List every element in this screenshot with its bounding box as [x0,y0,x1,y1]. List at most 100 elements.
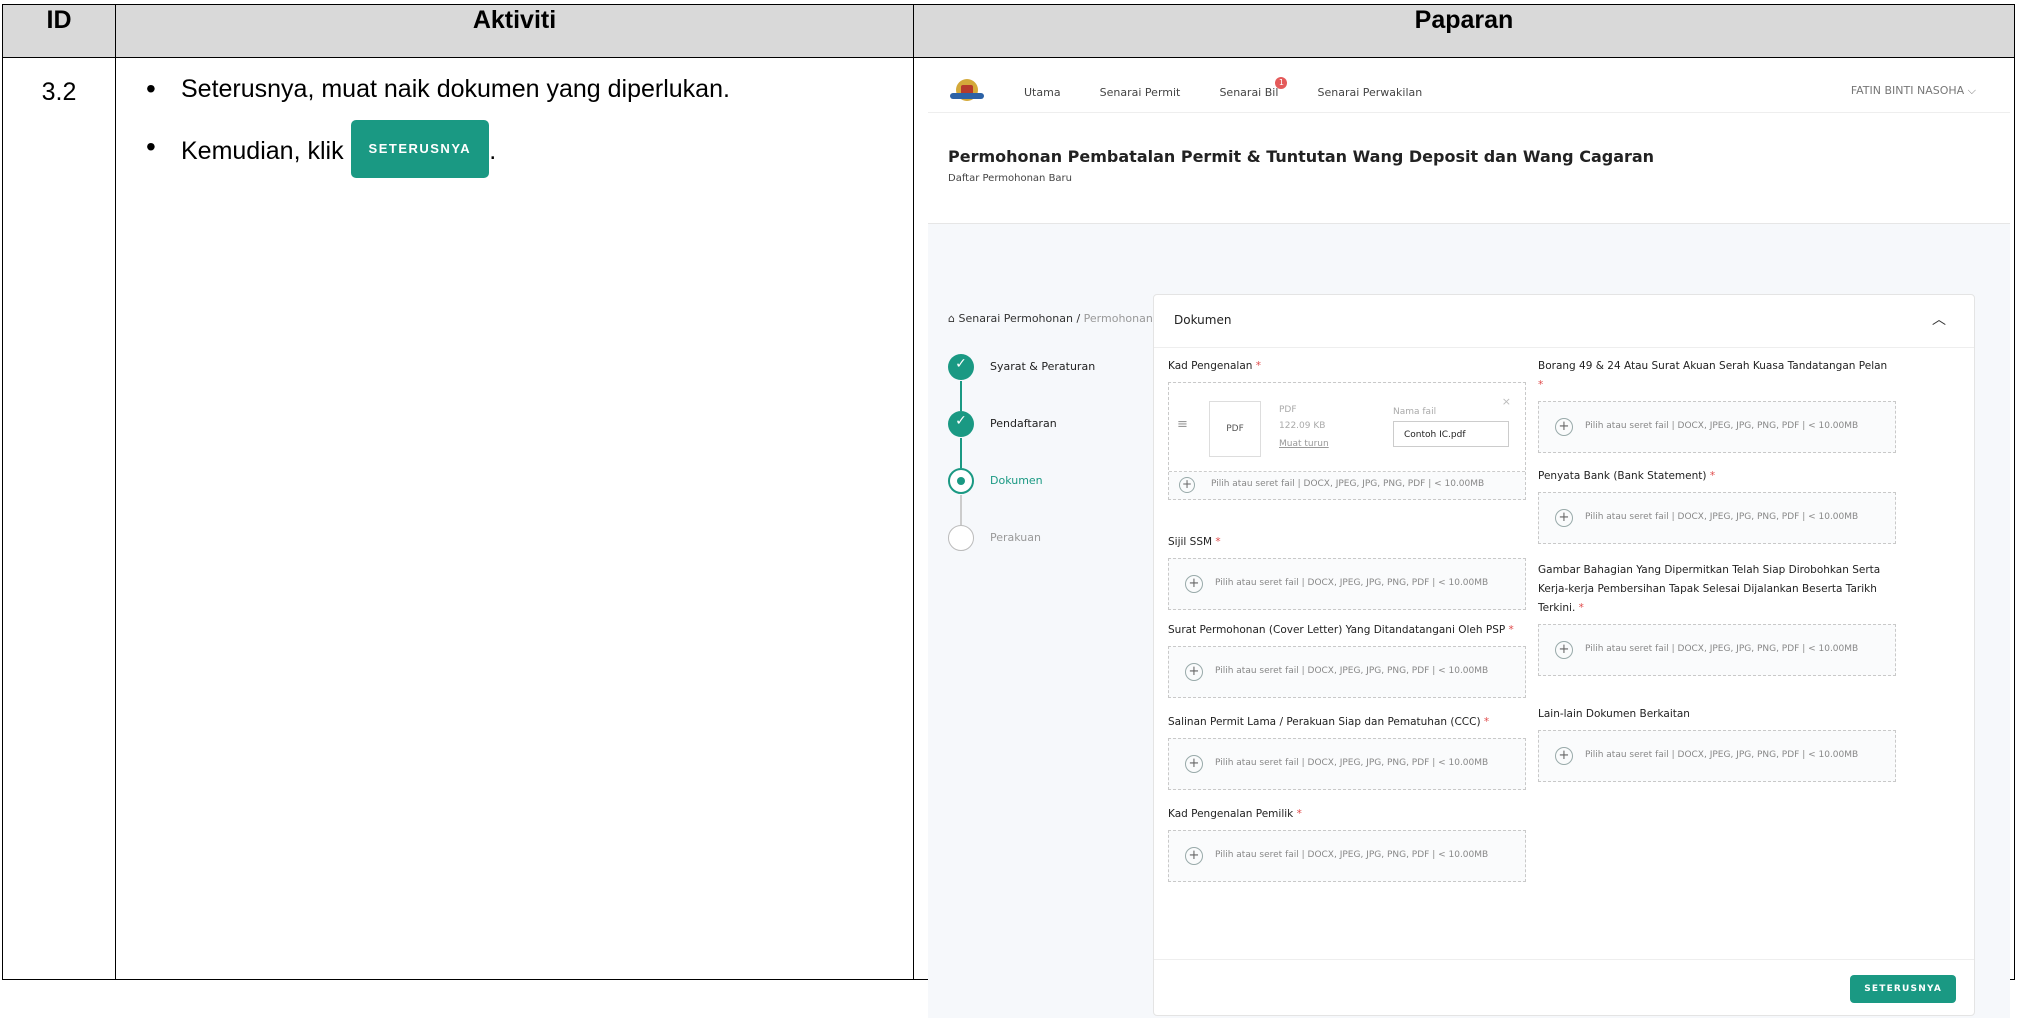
file-name-input[interactable]: Contoh IC.pdf [1393,421,1509,447]
content-area: ⌂ Senarai Permohonan / Permohonan Baru S… [928,224,2010,1018]
plus-icon: + [1555,509,1573,527]
file-dropzone[interactable]: + Pilih atau seret fail | DOCX, JPEG, JPG… [1538,401,1896,453]
table-row: 3.2 Seterusnya, muat naik dokumen yang d… [2,57,2015,1018]
header-display: Paparan [913,4,2015,58]
required-mark: * [1215,536,1221,548]
card-header[interactable]: Dokumen ︿ [1154,295,1974,348]
field-label: Salinan Permit Lama / Perakuan Siap dan … [1168,713,1526,732]
dropzone-hint: Pilih atau seret fail | DOCX, JPEG, JPG,… [1215,578,1489,588]
field-label: Lain-lain Dokumen Berkaitan [1538,705,1896,724]
procedure-table: ID Aktiviti Paparan 3.2 Seterusnya, muat… [2,4,2015,1018]
required-mark: * [1578,602,1584,614]
plus-icon: + [1179,477,1195,493]
field-borang-49: Borang 49 & 24 Atau Surat Akuan Serah Ku… [1538,357,1896,453]
field-label: Borang 49 & 24 Atau Surat Akuan Serah Ku… [1538,357,1896,395]
field-label-text: Borang 49 & 24 Atau Surat Akuan Serah Ku… [1538,360,1888,372]
chevron-up-icon[interactable]: ︿ [1932,309,1946,329]
dropzone-hint: Pilih atau seret fail | DOCX, JPEG, JPG,… [1585,421,1859,431]
active-dot-icon [948,468,974,494]
file-dropzone[interactable]: + Pilih atau seret fail | DOCX, JPEG, JPG… [1168,646,1526,698]
top-navbar: Utama Senarai Permit Senarai Bil 1 Senara… [928,68,2010,112]
required-mark: * [1255,360,1262,372]
dropzone-hint: Pilih atau seret fail | DOCX, JPEG, JPG,… [1215,850,1489,860]
breadcrumb-first[interactable]: Senarai Permohonan [958,312,1072,325]
breadcrumb: ⌂ Senarai Permohonan / Permohonan Baru [948,312,1182,325]
page-title: Permohonan Pembatalan Permit & Tuntutan … [948,147,1655,166]
activity-step-2: Kemudian, klik SETERUSNYA. [146,120,913,178]
plus-icon: + [1185,575,1203,593]
dokumen-card: Dokumen ︿ Kad Pengenalan * ≡ PDF PDF 122… [1153,294,1975,1016]
nav-senarai-permit[interactable]: Senarai Permit [1100,86,1181,99]
file-thumbnail: PDF [1209,401,1261,457]
field-label-text: Surat Permohonan (Cover Letter) Yang Dit… [1168,624,1506,636]
dropzone-hint: Pilih atau seret fail | DOCX, JPEG, JPG,… [1585,644,1859,654]
file-dropzone[interactable]: + Pilih atau seret fail | DOCX, JPEG, JPG… [1168,558,1526,610]
file-size: 122.09 KB [1279,421,1326,431]
uploaded-file: ≡ PDF PDF 122.09 KB Muat turun Nama fail… [1169,383,1525,472]
add-more-dropzone[interactable]: + Pilih atau seret fail | DOCX, JPEG, JP… [1169,471,1525,499]
file-dropzone[interactable]: + Pilih atau seret fail | DOCX, JPEG, JPG… [1168,738,1526,790]
file-dropzone[interactable]: + Pilih atau seret fail | DOCX, JPEG, JPG… [1538,624,1896,676]
plus-icon: + [1185,755,1203,773]
nav-utama[interactable]: Utama [1024,86,1061,99]
field-label-text: Kad Pengenalan [1168,360,1253,372]
activity-step-1-text: Seterusnya, muat naik dokumen yang diper… [181,75,730,103]
nav-senarai-perwakilan[interactable]: Senarai Perwakilan [1317,86,1422,99]
plus-icon: + [1185,663,1203,681]
seterusnya-button[interactable]: SETERUSNYA [1850,975,1956,1003]
field-label: Surat Permohonan (Cover Letter) Yang Dit… [1168,621,1526,640]
field-label-text: Kad Pengenalan Pemilik [1168,808,1294,820]
field-label: Kad Pengenalan Pemilik * [1168,805,1526,824]
row-id: 3.2 [2,57,116,980]
step-label: Perakuan [990,531,1041,544]
file-type: PDF [1279,405,1297,415]
remove-file-icon[interactable]: × [1502,395,1511,408]
field-penyata-bank: Penyata Bank (Bank Statement) * + Pilih a… [1538,467,1896,544]
file-dropzone[interactable]: + Pilih atau seret fail | DOCX, JPEG, JPG… [1168,830,1526,882]
activity-step-2-suffix: . [489,137,497,165]
field-label: Kad Pengenalan * [1168,357,1526,376]
activity-list: Seterusnya, muat naik dokumen yang diper… [116,72,913,178]
file-dropzone[interactable]: + Pilih atau seret fail | DOCX, JPEG, JPG… [1538,492,1896,544]
crest-logo-icon[interactable] [950,75,984,105]
activity-step-1: Seterusnya, muat naik dokumen yang diper… [146,72,913,116]
inline-seterusnya-button: SETERUSNYA [350,120,490,178]
page-header: Permohonan Pembatalan Permit & Tuntutan … [928,112,2010,224]
field-label-text: Penyata Bank (Bank Statement) [1538,470,1707,482]
display-cell: Utama Senarai Permit Senarai Bil 1 Senara… [913,57,2015,1018]
step-label: Dokumen [990,474,1043,487]
plus-icon: + [1185,847,1203,865]
plus-icon: + [1555,641,1573,659]
step-label: Pendaftaran [990,417,1057,430]
step-connector [960,381,962,411]
file-dropzone[interactable]: + Pilih atau seret fail | DOCX, JPEG, JPG… [1538,730,1896,782]
field-gambar-bahagian: Gambar Bahagian Yang Dipermitkan Telah S… [1538,561,1896,676]
dropzone-hint: Pilih atau seret fail | DOCX, JPEG, JPG,… [1585,750,1859,760]
required-mark: * [1296,808,1302,820]
field-label: Penyata Bank (Bank Statement) * [1538,467,1896,486]
dropzone-hint: Pilih atau seret fail | DOCX, JPEG, JPG,… [1215,666,1489,676]
field-label-text: Salinan Permit Lama / Perakuan Siap dan … [1168,716,1481,728]
required-mark: * [1709,470,1716,482]
field-lain-lain: Lain-lain Dokumen Berkaitan + Pilih atau … [1538,705,1896,782]
field-label-text: Lain-lain Dokumen Berkaitan [1538,708,1690,720]
drag-handle-icon[interactable]: ≡ [1177,417,1188,432]
notification-badge: 1 [1275,76,1288,89]
field-salinan-permit: Salinan Permit Lama / Perakuan Siap dan … [1168,713,1526,790]
download-link[interactable]: Muat turun [1279,439,1329,449]
user-menu[interactable]: FATIN BINTI NASOHA ⌵ [1851,84,1976,98]
card-divider [1154,959,1974,960]
field-label: Gambar Bahagian Yang Dipermitkan Telah S… [1538,561,1896,618]
dropzone-hint: Pilih atau seret fail | DOCX, JPEG, JPG,… [1215,758,1489,768]
header-activity: Aktiviti [115,4,914,58]
card-title: Dokumen [1174,313,1232,327]
activity-step-2-text: Kemudian, klik [181,137,344,165]
field-surat-permohonan: Surat Permohonan (Cover Letter) Yang Dit… [1168,621,1526,698]
nav-senarai-bil[interactable]: Senarai Bil 1 [1219,76,1288,99]
step-connector [960,438,962,468]
field-label-text: Gambar Bahagian Yang Dipermitkan Telah S… [1538,564,1881,614]
plus-icon: + [1555,747,1573,765]
field-label-text: Sijil SSM [1168,536,1213,548]
check-icon [948,411,974,437]
dropzone-hint: Pilih atau seret fail | DOCX, JPEG, JPG,… [1585,512,1859,522]
